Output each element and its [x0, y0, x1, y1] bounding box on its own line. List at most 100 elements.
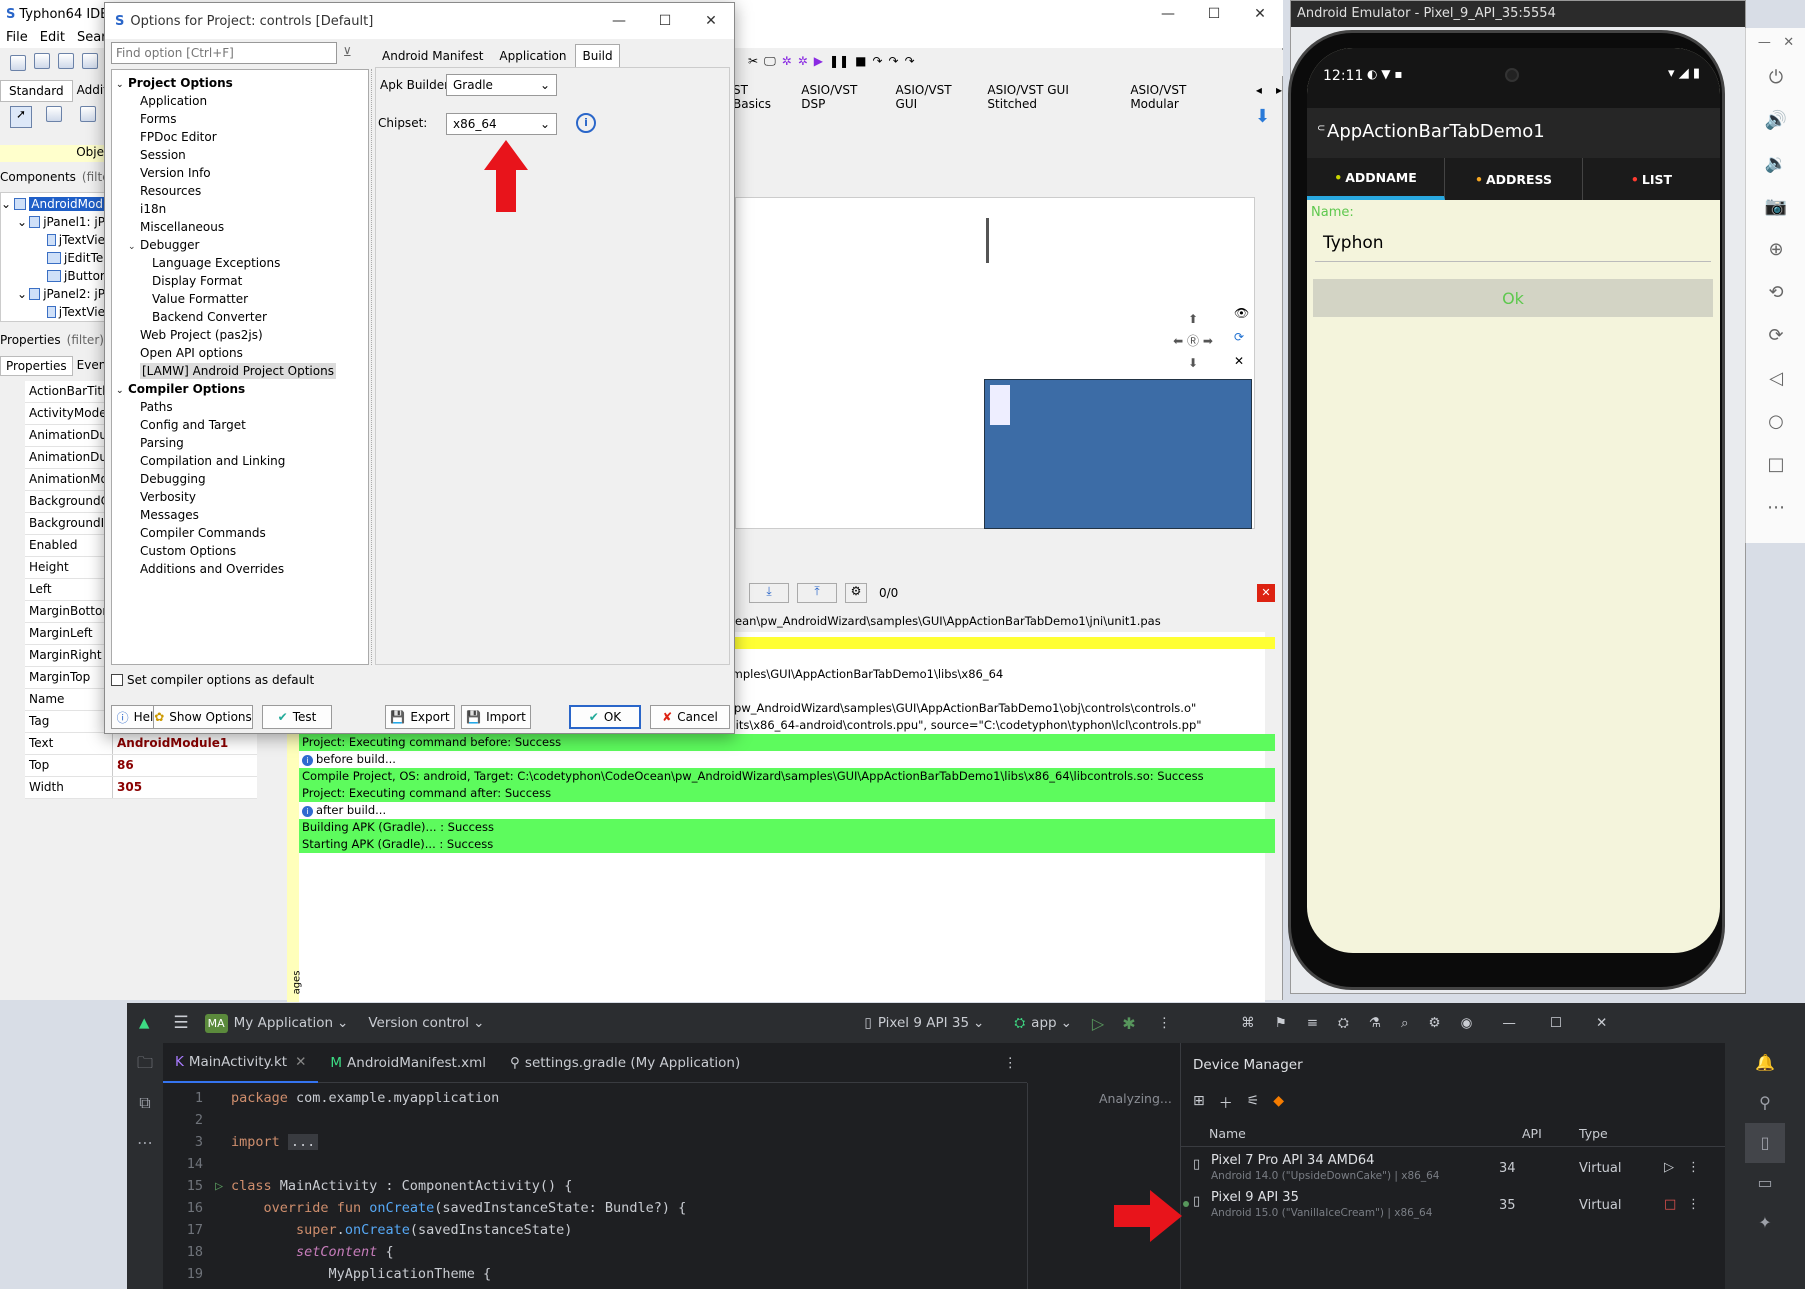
property-row[interactable]: Top 86: [25, 755, 257, 777]
new-file-icon[interactable]: [10, 55, 26, 71]
download-arrow-icon[interactable]: ⬇: [1255, 106, 1270, 127]
palette-tab[interactable]: ASIO/VST Modular: [1130, 83, 1234, 111]
code-line[interactable]: 16 override fun onCreate(savedInstanceSt…: [163, 1197, 1027, 1219]
vcs-selector[interactable]: Version control: [368, 1015, 469, 1031]
more-icon[interactable]: ⋯: [127, 1123, 163, 1163]
close-tab-icon[interactable]: ✕: [295, 1054, 306, 1070]
message-line[interactable]: i after build...: [299, 802, 1275, 819]
maximize-button[interactable]: ☐: [1191, 0, 1237, 28]
import-button[interactable]: 💾 Import: [461, 705, 531, 729]
tree-node[interactable]: ⌄ jPanel1: jP: [1, 213, 105, 231]
export-button[interactable]: 💾 Export: [385, 705, 455, 729]
tab-list[interactable]: • LIST: [1583, 158, 1720, 200]
clear-filter-icon[interactable]: ⊻: [343, 45, 352, 59]
tool-icons[interactable]: ⌘⚑≡⛭⚗⌕⚙◉: [1241, 1015, 1492, 1031]
message-line[interactable]: Project: Executing command after: Succes…: [299, 785, 1275, 802]
palette-tab[interactable]: ASIO/VST GUI: [896, 83, 974, 111]
option-tree-item[interactable]: Parsing: [112, 434, 368, 452]
tab-properties[interactable]: Properties: [0, 356, 73, 376]
run-config-selector[interactable]: app: [1031, 1015, 1056, 1031]
minimize-button[interactable]: —: [1145, 0, 1191, 28]
option-tree-item[interactable]: FPDoc Editor: [112, 128, 368, 146]
tree-node[interactable]: ⌄ jPanel2: jP: [1, 285, 105, 303]
more-icon[interactable]: ⋮: [1158, 1015, 1172, 1031]
palette-tab[interactable]: ASIO/VST GUI Stitched: [987, 83, 1116, 111]
volume-up-icon[interactable]: 🔊: [1746, 99, 1805, 142]
power-icon[interactable]: ⏻: [1746, 56, 1805, 99]
form-designer[interactable]: ⬆ ⬅ Ⓡ ➡ ⬇ 👁 ⟳ ✕: [735, 197, 1255, 529]
ok-button[interactable]: ✔ OK: [569, 705, 641, 729]
minimize-icon[interactable]: —: [1502, 1015, 1516, 1031]
option-tree-item[interactable]: Config and Target: [112, 416, 368, 434]
info-icon[interactable]: i: [576, 113, 596, 133]
code-line[interactable]: 19 MyApplicationTheme {: [163, 1263, 1027, 1285]
refresh-icon[interactable]: ⟳: [1234, 330, 1244, 344]
component-icon[interactable]: [46, 106, 62, 122]
option-tree-item[interactable]: Backend Converter: [112, 308, 368, 326]
down-arrow-icon[interactable]: ⬇: [1153, 352, 1233, 374]
eye-icon[interactable]: 👁: [1234, 306, 1249, 320]
col-type[interactable]: Type: [1579, 1126, 1608, 1141]
show-options-button[interactable]: ✿ Show Options: [153, 705, 253, 729]
menu-edit[interactable]: Edit: [34, 28, 71, 48]
option-tree-item[interactable]: Compilation and Linking: [112, 452, 368, 470]
option-tree-item[interactable]: ⌄ Debugger: [112, 236, 368, 254]
minimize-icon[interactable]: —: [1758, 35, 1771, 50]
properties-filter[interactable]: (filter): [67, 333, 104, 351]
cancel-button[interactable]: ✘ Cancel: [650, 705, 730, 729]
tab-android-manifest[interactable]: Android Manifest: [375, 44, 490, 68]
close-button[interactable]: ✕: [688, 3, 734, 39]
option-tree-item[interactable]: Additions and Overrides: [112, 560, 368, 578]
close-button[interactable]: ✕: [1237, 0, 1283, 28]
palette-tab[interactable]: ST Basics: [733, 83, 787, 111]
option-tree-item[interactable]: Session: [112, 146, 368, 164]
left-arrow-icon[interactable]: ⬅: [1173, 334, 1183, 348]
option-tree-item[interactable]: Display Format: [112, 272, 368, 290]
device-row[interactable]: ▯ Pixel 7 Pro API 34 AMD64 Android 14.0 …: [1181, 1151, 1726, 1188]
property-row[interactable]: Text AndroidModule1: [25, 733, 257, 755]
save-all-icon[interactable]: [58, 52, 74, 69]
more-icon[interactable]: ⋮: [1687, 1197, 1700, 1212]
gemini-icon[interactable]: ✦: [1725, 1203, 1805, 1243]
code-line[interactable]: 2: [163, 1109, 1027, 1131]
message-line[interactable]: Starting APK (Gradle)... : Success: [299, 836, 1275, 853]
camera-icon[interactable]: 📷: [1746, 185, 1805, 228]
help-button[interactable]: ⓘ Hel: [111, 705, 159, 729]
property-row[interactable]: Width 305: [25, 777, 257, 799]
gear-icon[interactable]: ✲: [782, 54, 792, 69]
close-search-icon[interactable]: ✕: [1257, 584, 1275, 602]
option-tree-item[interactable]: Application: [112, 92, 368, 110]
find-prev-icon[interactable]: ⤒: [797, 583, 837, 603]
navigation-pad[interactable]: ⬆ ⬅ Ⓡ ➡ ⬇: [1153, 308, 1233, 374]
tab-settings-gradle[interactable]: ⚲ settings.gradle (My Application): [498, 1055, 752, 1071]
code-line[interactable]: 14: [163, 1153, 1027, 1175]
code-editor[interactable]: 1 package com.example.myapplication 2 3 impo…: [163, 1087, 1027, 1289]
tab-androidmanifest[interactable]: M AndroidManifest.xml: [318, 1055, 498, 1071]
overview-icon[interactable]: □: [1746, 443, 1805, 486]
notifications-icon[interactable]: 🔔: [1725, 1043, 1805, 1083]
option-tree-item[interactable]: Web Project (pas2js): [112, 326, 368, 344]
option-tree-item[interactable]: Miscellaneous: [112, 218, 368, 236]
more-tabs-icon[interactable]: ⋮: [1004, 1055, 1018, 1071]
code-line[interactable]: 15 ▷ class MainActivity : ComponentActivit…: [163, 1175, 1027, 1197]
option-tree-item[interactable]: Resources: [112, 182, 368, 200]
tools-icon[interactable]: ✂: [748, 54, 758, 69]
component-icon[interactable]: [80, 106, 96, 122]
option-tree-item[interactable]: Open API options: [112, 344, 368, 362]
rotate-right-icon[interactable]: ⟳: [1746, 314, 1805, 357]
gear-icon[interactable]: ⚙: [845, 583, 867, 603]
name-input[interactable]: Typhon: [1315, 228, 1711, 262]
property-value[interactable]: 86: [113, 755, 257, 776]
option-tree-item[interactable]: Forms: [112, 110, 368, 128]
code-line[interactable]: 1 package com.example.myapplication: [163, 1087, 1027, 1109]
tree-node[interactable]: jTextVie: [1, 303, 105, 321]
more-icon[interactable]: ⋯: [1746, 486, 1805, 529]
option-tree-item[interactable]: [LAMW] Android Project Options: [112, 362, 368, 380]
option-tree-item[interactable]: ⌄ Compiler Options: [112, 380, 368, 398]
tab-addname[interactable]: • ADDNAME: [1307, 158, 1445, 200]
run-gutter-icon[interactable]: ▷: [215, 1175, 223, 1197]
home-icon[interactable]: ○: [1746, 400, 1805, 443]
tree-node[interactable]: jTextVie: [1, 231, 105, 249]
wifi-icon[interactable]: ⚟: [1247, 1093, 1260, 1113]
monitor-icon[interactable]: 🖵: [764, 54, 776, 69]
